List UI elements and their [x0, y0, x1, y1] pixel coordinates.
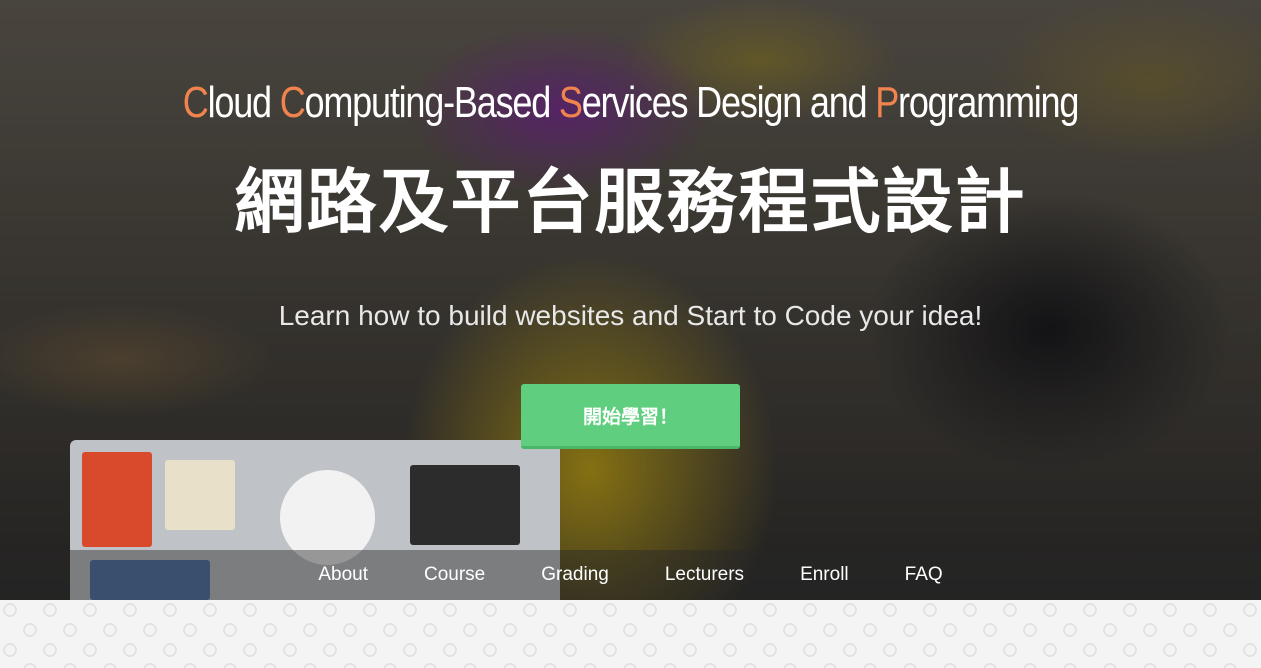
nav-item-about[interactable]: About: [318, 564, 368, 586]
nav-item-enroll[interactable]: Enroll: [800, 564, 849, 586]
main-nav: About Course Grading Lecturers Enroll FA…: [0, 550, 1261, 600]
start-learning-button[interactable]: 開始學習！: [521, 384, 740, 449]
nav-item-grading[interactable]: Grading: [541, 564, 609, 586]
course-title-zh: 網路及平台服務程式設計: [234, 163, 1027, 241]
course-subtitle-en: Cloud Computing-Based Services Design an…: [182, 78, 1080, 127]
nav-item-lecturers[interactable]: Lecturers: [665, 564, 744, 586]
nav-item-faq[interactable]: FAQ: [905, 564, 943, 586]
hero-tagline: Learn how to build websites and Start to…: [278, 300, 983, 331]
nav-item-course[interactable]: Course: [424, 564, 485, 586]
